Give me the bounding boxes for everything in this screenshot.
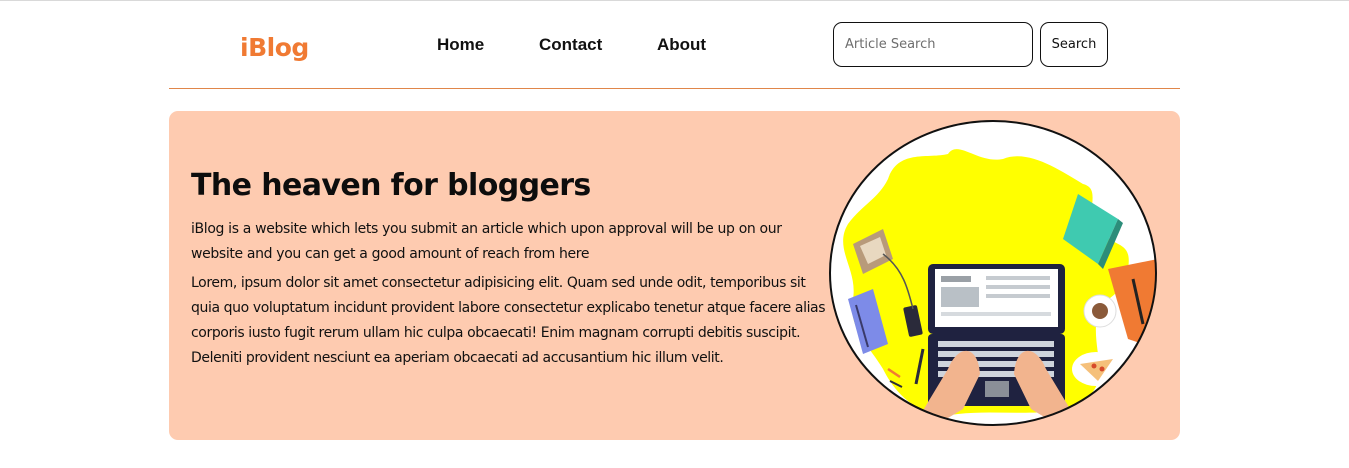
- laptop-workspace-illustration: [829, 120, 1157, 426]
- site-logo[interactable]: iBlog: [240, 31, 309, 65]
- hero-lead-text: iBlog is a website which lets you submit…: [191, 221, 782, 262]
- nav-link-home[interactable]: Home: [437, 34, 484, 56]
- search-button[interactable]: Search: [1040, 22, 1108, 67]
- hero-banner: The heaven for bloggers iBlog is a websi…: [169, 111, 1180, 440]
- navbar: iBlog Home Contact About Search: [169, 1, 1180, 89]
- nav-link-contact[interactable]: Contact: [539, 34, 602, 56]
- hero-body-text: Lorem, ipsum dolor sit amet consectetur …: [191, 275, 826, 366]
- nav-link-about[interactable]: About: [657, 34, 706, 56]
- search-input[interactable]: [833, 22, 1033, 67]
- hero-title: The heaven for bloggers: [191, 168, 591, 203]
